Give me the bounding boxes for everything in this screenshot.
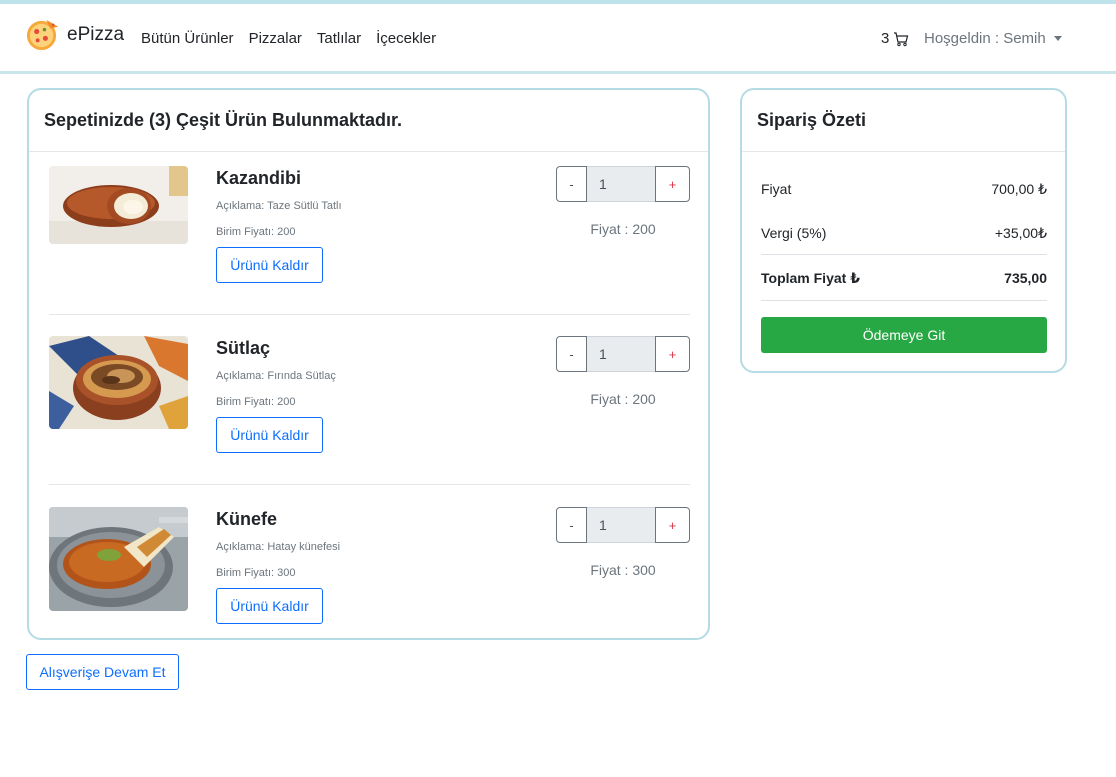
pizza-logo-icon xyxy=(26,19,59,51)
chevron-down-icon xyxy=(1053,36,1062,41)
summary-header: Sipariş Özeti xyxy=(742,90,1065,152)
summary-price-label: Fiyat xyxy=(761,181,792,197)
cart-header: Sepetinizde (3) Çeşit Ürün Bulunmaktadır… xyxy=(29,90,708,152)
summary-total-label: Toplam Fiyat ₺ xyxy=(761,270,860,286)
cart-item-kunefe: Künefe Açıklama: Hatay künefesi Birim Fi… xyxy=(49,507,690,627)
item-unit-price: Birim Fiyatı: 200 xyxy=(216,226,296,238)
item-description: Açıklama: Fırında Sütlaç xyxy=(216,370,336,382)
summary-price-row: Fiyat 700,00 ₺ xyxy=(761,181,1047,198)
item-name: Kazandibi xyxy=(216,168,302,188)
item-divider xyxy=(49,314,690,315)
quantity-stepper: - 1 + xyxy=(556,166,690,202)
product-image-sutlac xyxy=(49,336,188,429)
item-divider xyxy=(49,484,690,485)
cart-item-kazandibi: Kazandibi Açıklama: Taze Sütlü Tatlı Bir… xyxy=(49,166,690,286)
item-name: Künefe xyxy=(216,509,278,529)
summary-tax-row: Vergi (5%) +35,00₺ xyxy=(761,225,1047,242)
item-total-price: Fiyat : 200 xyxy=(590,391,656,407)
summary-price-value: 700,00 ₺ xyxy=(991,181,1047,197)
quantity-stepper: - 1 + xyxy=(556,507,690,543)
nav-link-pizzas[interactable]: Pizzalar xyxy=(249,30,302,47)
product-image-kazandibi xyxy=(49,166,188,244)
order-summary-card: Sipariş Özeti Fiyat 700,00 ₺ Vergi (5%) … xyxy=(740,88,1067,373)
quantity-stepper: - 1 + xyxy=(556,336,690,372)
remove-item-button[interactable]: Ürünü Kaldır xyxy=(216,588,323,624)
summary-divider xyxy=(761,254,1047,255)
summary-tax-value: +35,00₺ xyxy=(994,225,1047,241)
summary-divider xyxy=(761,300,1047,301)
summary-total-value: 735,00 xyxy=(1004,270,1047,286)
remove-item-button[interactable]: Ürünü Kaldır xyxy=(216,247,323,283)
item-description: Açıklama: Hatay künefesi xyxy=(216,541,341,553)
summary-tax-label: Vergi (5%) xyxy=(761,225,827,241)
navbar: ePizza Bütün Ürünler Pizzalar Tatlılar İ… xyxy=(0,0,1116,74)
item-unit-price: Birim Fiyatı: 200 xyxy=(216,396,296,408)
continue-shopping-button[interactable]: Alışverişe Devam Et xyxy=(26,654,179,690)
increase-quantity-button[interactable]: + xyxy=(655,166,690,202)
decrease-quantity-button[interactable]: - xyxy=(556,336,587,372)
nav-link-drinks[interactable]: İçecekler xyxy=(376,30,436,47)
increase-quantity-button[interactable]: + xyxy=(655,507,690,543)
product-image-kunefe xyxy=(49,507,188,611)
item-description: Açıklama: Taze Sütlü Tatlı xyxy=(216,200,342,212)
cart-link[interactable]: 3 xyxy=(881,30,909,47)
item-unit-price: Birim Fiyatı: 300 xyxy=(216,567,296,579)
decrease-quantity-button[interactable]: - xyxy=(556,166,587,202)
cart-count: 3 xyxy=(881,30,890,47)
summary-total-row: Toplam Fiyat ₺ 735,00 xyxy=(761,270,1047,287)
item-total-price: Fiyat : 300 xyxy=(590,562,656,578)
brand[interactable]: ePizza xyxy=(25,17,124,52)
nav-link-all-products[interactable]: Bütün Ürünler xyxy=(141,30,234,47)
item-total-price: Fiyat : 200 xyxy=(590,221,656,237)
brand-name: ePizza xyxy=(67,23,125,45)
user-greeting: Hoşgeldin : Semih xyxy=(924,30,1046,47)
cart-item-sutlac: Sütlaç Açıklama: Fırında Sütlaç Birim Fi… xyxy=(49,336,690,456)
item-name: Sütlaç xyxy=(216,338,271,358)
user-dropdown[interactable]: Hoşgeldin : Semih xyxy=(924,30,1062,47)
nav-link-desserts[interactable]: Tatlılar xyxy=(317,30,361,47)
nav-links: Bütün Ürünler Pizzalar Tatlılar İçecekle… xyxy=(141,30,436,47)
cart-card: Sepetinizde (3) Çeşit Ürün Bulunmaktadır… xyxy=(27,88,710,640)
quantity-input[interactable]: 1 xyxy=(587,336,655,372)
quantity-input[interactable]: 1 xyxy=(587,166,655,202)
cart-icon xyxy=(894,31,909,46)
increase-quantity-button[interactable]: + xyxy=(655,336,690,372)
quantity-input[interactable]: 1 xyxy=(587,507,655,543)
remove-item-button[interactable]: Ürünü Kaldır xyxy=(216,417,323,453)
checkout-button[interactable]: Ödemeye Git xyxy=(761,317,1047,353)
decrease-quantity-button[interactable]: - xyxy=(556,507,587,543)
